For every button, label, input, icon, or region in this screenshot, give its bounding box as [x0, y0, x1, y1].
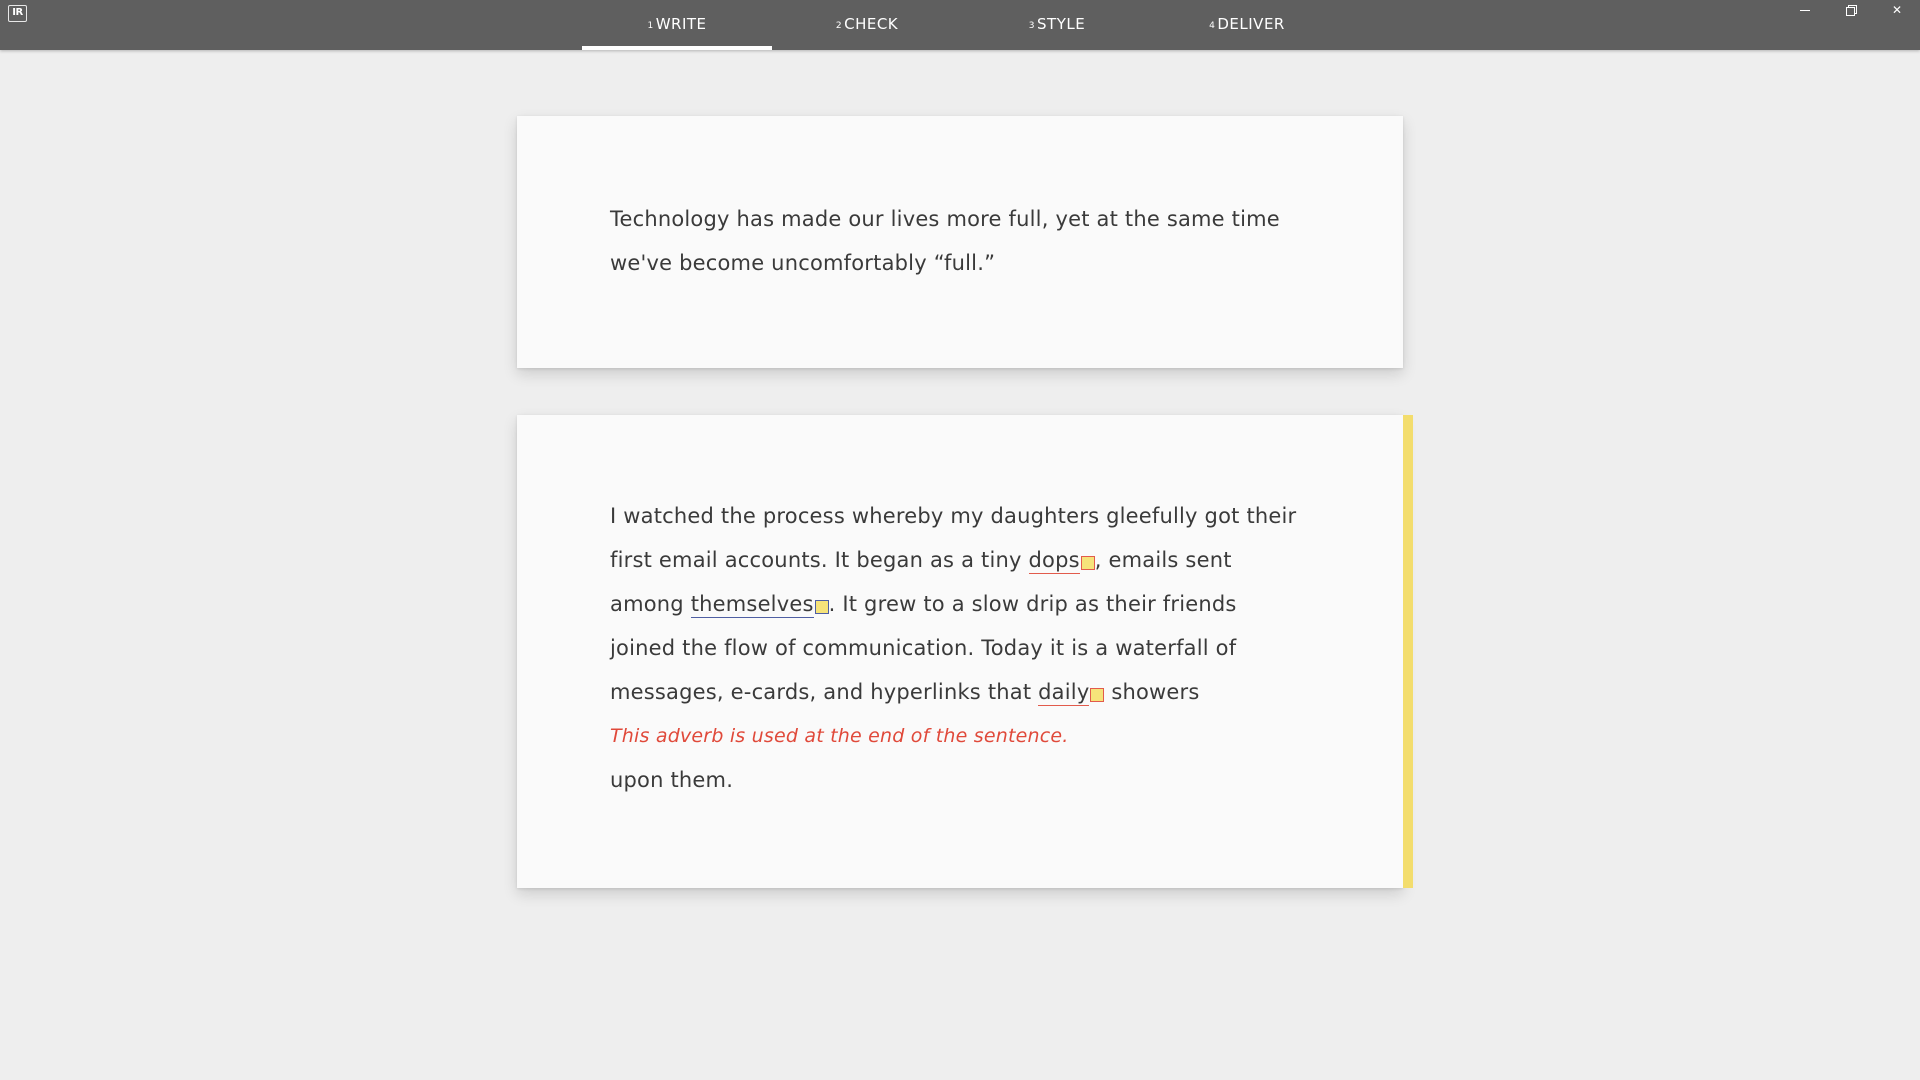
paragraph-text[interactable]: I watched the process whereby my daughte… — [610, 494, 1310, 802]
minimize-button[interactable] — [1782, 0, 1828, 20]
text-segment: , emails sent — [1094, 548, 1232, 572]
suggestion-marker-icon[interactable] — [814, 600, 829, 614]
tab-number: 4 — [1209, 21, 1216, 31]
tab-check[interactable]: 2 CHECK — [772, 0, 962, 50]
paragraph-text[interactable]: Technology has made our lives more full,… — [610, 197, 1310, 285]
active-paragraph-indicator — [1403, 415, 1413, 888]
text-line: among themselves . It grew to a slow drip… — [610, 582, 1310, 626]
suggestion-hint: This adverb is used at the end of the se… — [610, 725, 1069, 747]
text-segment: among — [610, 592, 691, 616]
text-segment: . It grew to a slow drip as their friend… — [828, 592, 1237, 616]
restore-icon — [1846, 5, 1857, 16]
flagged-word-style[interactable]: themselves — [690, 592, 814, 618]
window-controls: ✕ — [1782, 0, 1920, 20]
title-bar: IR 1 WRITE 2 CHECK 3 STYLE 4 DELIVER ✕ — [0, 0, 1920, 50]
text-segment: showers — [1104, 680, 1200, 704]
tab-deliver[interactable]: 4 DELIVER — [1152, 0, 1342, 50]
suggestion-marker-icon[interactable] — [1090, 688, 1105, 702]
tab-style[interactable]: 3 STYLE — [962, 0, 1152, 50]
text-line: upon them. — [610, 768, 734, 792]
tab-label: WRITE — [655, 15, 707, 33]
paragraph-card[interactable]: Technology has made our lives more full,… — [517, 116, 1403, 368]
flagged-word-adverb[interactable]: daily — [1038, 680, 1090, 706]
text-line: Technology has made our lives more full,… — [610, 207, 1280, 231]
tab-write[interactable]: 1 WRITE — [582, 0, 772, 50]
restore-button[interactable] — [1828, 0, 1874, 20]
text-line: messages, e-cards, and hyperlinks that d… — [610, 670, 1310, 714]
app-logo-icon[interactable]: IR — [8, 5, 27, 22]
close-button[interactable]: ✕ — [1874, 0, 1920, 20]
tab-label: DELIVER — [1217, 15, 1285, 33]
text-line: I watched the process whereby my daughte… — [610, 504, 1297, 528]
tab-number: 3 — [1028, 21, 1036, 31]
tab-number: 2 — [835, 21, 843, 31]
tab-number: 1 — [647, 21, 654, 31]
text-line: we've become uncomfortably “full.” — [610, 251, 996, 275]
flagged-word-spelling[interactable]: dops — [1028, 548, 1080, 574]
text-line: first email accounts. It began as a tiny… — [610, 538, 1310, 582]
step-tabs: 1 WRITE 2 CHECK 3 STYLE 4 DELIVER — [582, 0, 1342, 50]
text-segment: messages, e-cards, and hyperlinks that — [610, 680, 1039, 704]
paragraph-card-active[interactable]: I watched the process whereby my daughte… — [517, 415, 1413, 888]
close-icon: ✕ — [1891, 3, 1903, 17]
tab-label: CHECK — [844, 15, 899, 33]
text-segment: first email accounts. It began as a tiny — [610, 548, 1029, 572]
tab-label: STYLE — [1037, 15, 1086, 33]
text-line: joined the flow of communication. Today … — [610, 636, 1237, 660]
suggestion-marker-icon[interactable] — [1080, 556, 1095, 570]
minimize-icon — [1800, 9, 1810, 11]
